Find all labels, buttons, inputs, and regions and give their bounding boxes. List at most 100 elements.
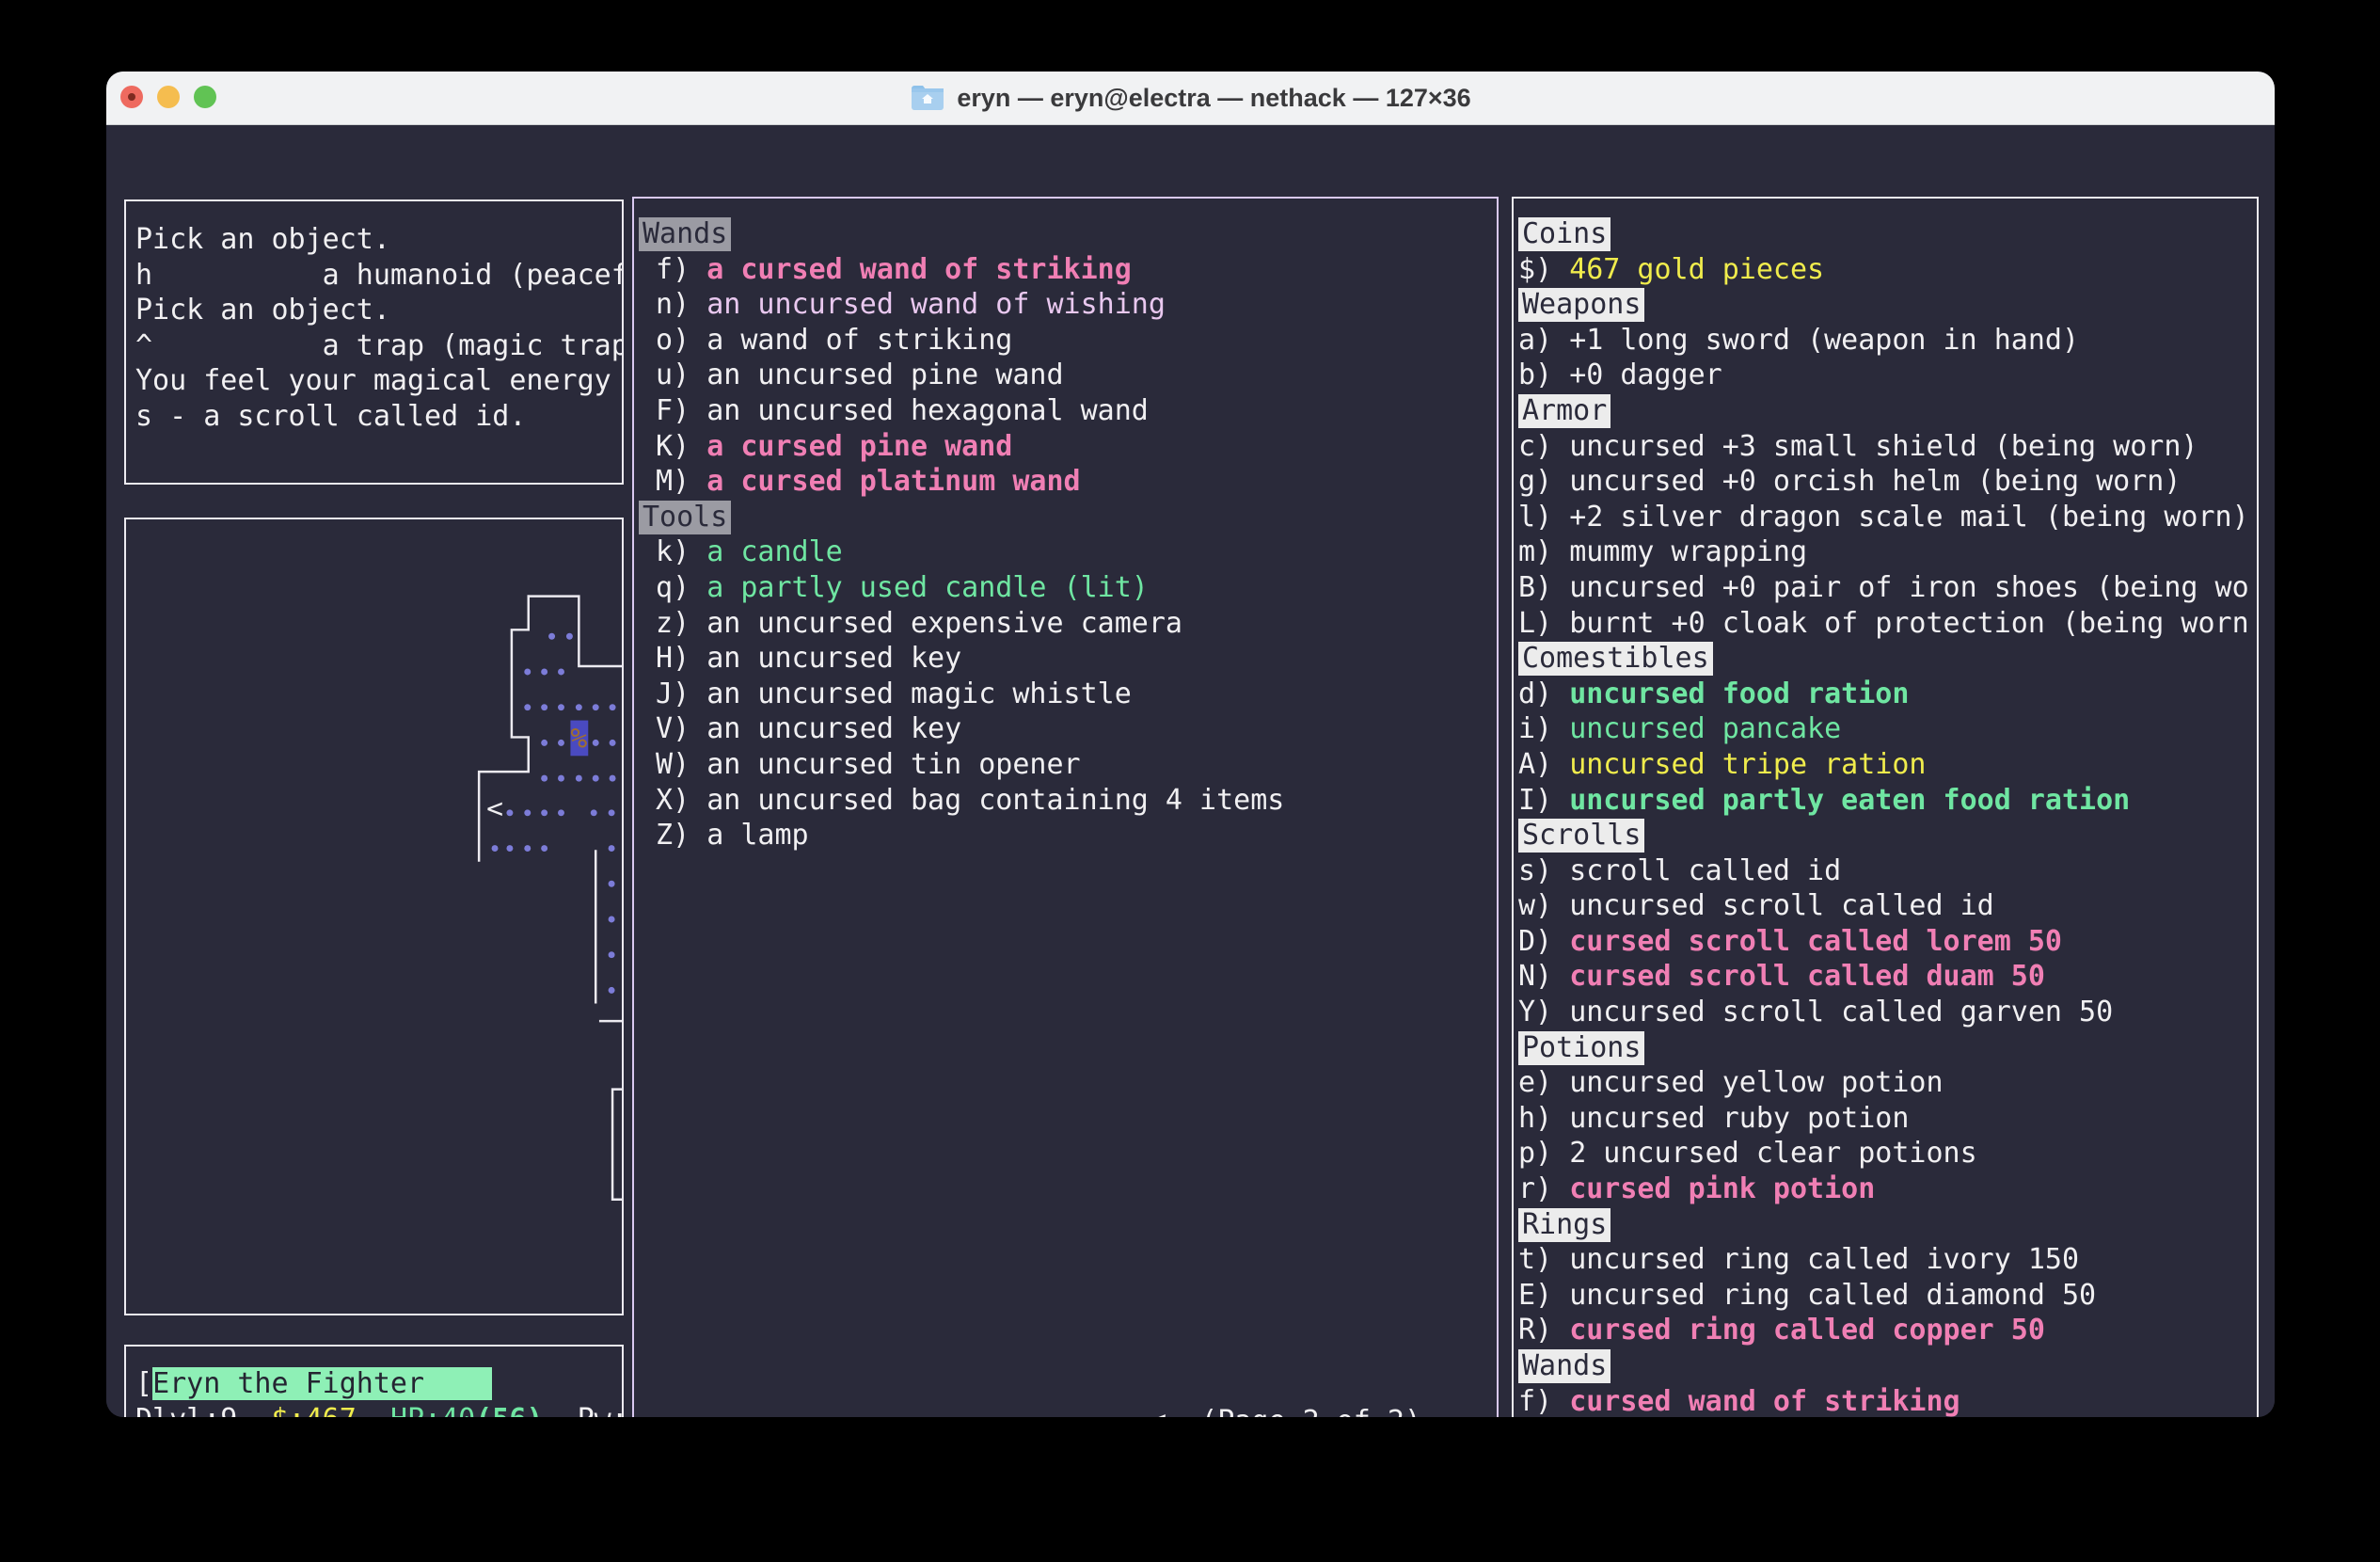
menu-category-header: Comestibles xyxy=(1518,641,2257,677)
terminal-window: eryn — eryn@electra — nethack — 127×36 P… xyxy=(106,72,2275,1417)
menu-item[interactable]: c) uncursed +3 small shield (being worn) xyxy=(1518,429,2257,465)
menu-item[interactable]: B) uncursed +0 pair of iron shoes (being… xyxy=(1518,570,2257,606)
menu-item-letter: V) xyxy=(639,712,706,745)
menu-category-header: Rings xyxy=(1518,1207,2257,1243)
menu-item[interactable]: z) an uncursed expensive camera xyxy=(639,606,1497,642)
window-titlebar[interactable]: eryn — eryn@electra — nethack — 127×36 xyxy=(106,72,2275,125)
inventory-sidebar-panel: Coins$) 467 gold piecesWeaponsa) +1 long… xyxy=(1512,197,2259,1417)
map-floor-dot xyxy=(609,916,615,923)
menu-item-text: a wand of striking xyxy=(706,324,1012,357)
map-panel: %< xyxy=(124,518,624,1315)
menu-item[interactable]: F) an uncursed hexagonal wand xyxy=(639,393,1497,429)
menu-item[interactable]: R) cursed ring called copper 50 xyxy=(1518,1313,2257,1348)
status-stats-row: Dlvl:9 $:467 HP:40(56) Pw: xyxy=(135,1402,622,1417)
menu-item-text: uncursed partly eaten food ration xyxy=(1569,784,2130,817)
menu-item[interactable]: s) scroll called id xyxy=(1518,853,2257,889)
menu-category-header: Weapons xyxy=(1518,287,2257,323)
menu-item-letter: f) xyxy=(1518,1385,1569,1417)
window-title: eryn — eryn@electra — nethack — 127×36 xyxy=(910,83,1470,113)
menu-item[interactable]: e) uncursed yellow potion xyxy=(1518,1065,2257,1101)
close-button[interactable] xyxy=(120,86,143,108)
zoom-button[interactable] xyxy=(194,86,216,108)
menu-item[interactable]: g) uncursed +0 orcish helm (being worn) xyxy=(1518,464,2257,500)
menu-item-text: an uncursed key xyxy=(706,642,961,675)
menu-item[interactable]: f) cursed wand of striking xyxy=(1518,1384,2257,1417)
menu-item[interactable]: u) an uncursed pine wand xyxy=(639,358,1497,393)
menu-item[interactable]: f) a cursed wand of striking xyxy=(639,252,1497,288)
menu-item[interactable]: m) mummy wrapping xyxy=(1518,534,2257,570)
inventory-sidebar-list: Coins$) 467 gold piecesWeaponsa) +1 long… xyxy=(1518,216,2257,1417)
menu-item-text: cursed scroll called duam 50 xyxy=(1569,960,2045,993)
menu-item[interactable]: i) uncursed pancake xyxy=(1518,711,2257,747)
menu-item[interactable]: I) uncursed partly eaten food ration xyxy=(1518,783,2257,819)
map-floor-dot xyxy=(609,845,615,852)
menu-item[interactable]: D) cursed scroll called lorem 50 xyxy=(1518,924,2257,960)
map-floor-dot xyxy=(548,633,555,640)
menu-item[interactable]: l) +2 silver dragon scale mail (being wo… xyxy=(1518,500,2257,535)
menu-item[interactable]: Z) a lamp xyxy=(639,818,1497,853)
menu-item[interactable]: d) uncursed food ration xyxy=(1518,677,2257,712)
menu-item[interactable]: o) a wand of striking xyxy=(639,323,1497,359)
menu-item[interactable]: W) an uncursed tin opener xyxy=(639,747,1497,783)
folder-icon xyxy=(910,83,945,113)
menu-item-text: an uncursed bag containing 4 items xyxy=(706,784,1284,817)
menu-item-text: a partly used candle (lit) xyxy=(706,571,1149,604)
menu-item-letter: z) xyxy=(639,607,706,640)
menu-item[interactable]: a) +1 long sword (weapon in hand) xyxy=(1518,323,2257,359)
menu-item[interactable]: N) cursed scroll called duam 50 xyxy=(1518,959,2257,995)
menu-item[interactable]: $) 467 gold pieces xyxy=(1518,252,2257,288)
message-lines: Pick an object.h a humanoid (peacefulPic… xyxy=(135,222,622,435)
menu-item-letter: q) xyxy=(639,571,706,604)
menu-item[interactable]: k) a candle xyxy=(639,534,1497,570)
status-stat: Dlvl:9 xyxy=(135,1403,237,1417)
map-floor-dot xyxy=(558,669,564,676)
map-floor-dot xyxy=(541,740,547,746)
menu-item-letter: D) xyxy=(1518,925,1569,958)
menu-category-label: Coins xyxy=(1518,217,1610,251)
menu-item-text: a cursed pine wand xyxy=(706,430,1012,463)
menu-item[interactable]: r) cursed pink potion xyxy=(1518,1172,2257,1207)
menu-item-letter: m) xyxy=(1518,535,1569,568)
map-floor-dot xyxy=(524,704,531,710)
menu-item[interactable]: X) an uncursed bag containing 4 items xyxy=(639,783,1497,819)
desktop-background: eryn — eryn@electra — nethack — 127×36 P… xyxy=(0,0,2380,1562)
menu-item[interactable]: t) uncursed ring called ivory 150 xyxy=(1518,1242,2257,1278)
menu-item[interactable]: V) an uncursed key xyxy=(639,711,1497,747)
menu-category-header: Wands xyxy=(1518,1348,2257,1384)
menu-item[interactable]: q) a partly used candle (lit) xyxy=(639,570,1497,606)
menu-item-letter: t) xyxy=(1518,1243,1569,1276)
map-floor-dot xyxy=(506,809,513,816)
menu-item[interactable]: A) uncursed tripe ration xyxy=(1518,747,2257,783)
menu-item[interactable]: H) an uncursed key xyxy=(639,641,1497,677)
menu-item-letter: Y) xyxy=(1518,996,1569,1028)
menu-item-letter: b) xyxy=(1518,359,1569,391)
menu-item[interactable]: p) 2 uncursed clear potions xyxy=(1518,1136,2257,1172)
menu-category-label: Armor xyxy=(1518,394,1610,428)
menu-item[interactable]: E) uncursed ring called diamond 50 xyxy=(1518,1278,2257,1314)
traffic-lights xyxy=(120,86,216,108)
menu-item-text: an uncursed pine wand xyxy=(706,359,1063,391)
menu-item[interactable]: n) an uncursed wand of wishing xyxy=(639,287,1497,323)
map-floor-dot xyxy=(541,845,547,852)
minimize-button[interactable] xyxy=(157,86,180,108)
menu-item-text: cursed wand of striking xyxy=(1569,1385,1960,1417)
map-floor-dot xyxy=(492,845,499,852)
menu-item[interactable]: w) uncursed scroll called id xyxy=(1518,888,2257,924)
status-stat xyxy=(544,1403,578,1417)
menu-item[interactable]: h) uncursed ruby potion xyxy=(1518,1101,2257,1137)
menu-item[interactable]: Y) uncursed scroll called garven 50 xyxy=(1518,995,2257,1030)
menu-item-text: an uncursed key xyxy=(706,712,961,745)
menu-item-text: uncursed ruby potion xyxy=(1569,1102,1909,1135)
menu-item[interactable]: L) burnt +0 cloak of protection (being w… xyxy=(1518,606,2257,642)
menu-item-text: cursed pink potion xyxy=(1569,1172,1875,1205)
menu-category-header: Tools xyxy=(639,500,1497,535)
menu-item-letter: f) xyxy=(639,253,706,286)
inventory-menu-list: Wands f) a cursed wand of striking n) an… xyxy=(639,216,1497,853)
menu-item[interactable]: K) a cursed pine wand xyxy=(639,429,1497,465)
map-floor-dot xyxy=(541,775,547,782)
menu-item[interactable]: M) a cursed platinum wand xyxy=(639,464,1497,500)
menu-item[interactable]: b) +0 dagger xyxy=(1518,358,2257,393)
menu-item-text: 2 uncursed clear potions xyxy=(1569,1137,1976,1170)
menu-item-text: +2 silver dragon scale mail (being worn) xyxy=(1569,501,2248,534)
menu-item[interactable]: J) an uncursed magic whistle xyxy=(639,677,1497,712)
